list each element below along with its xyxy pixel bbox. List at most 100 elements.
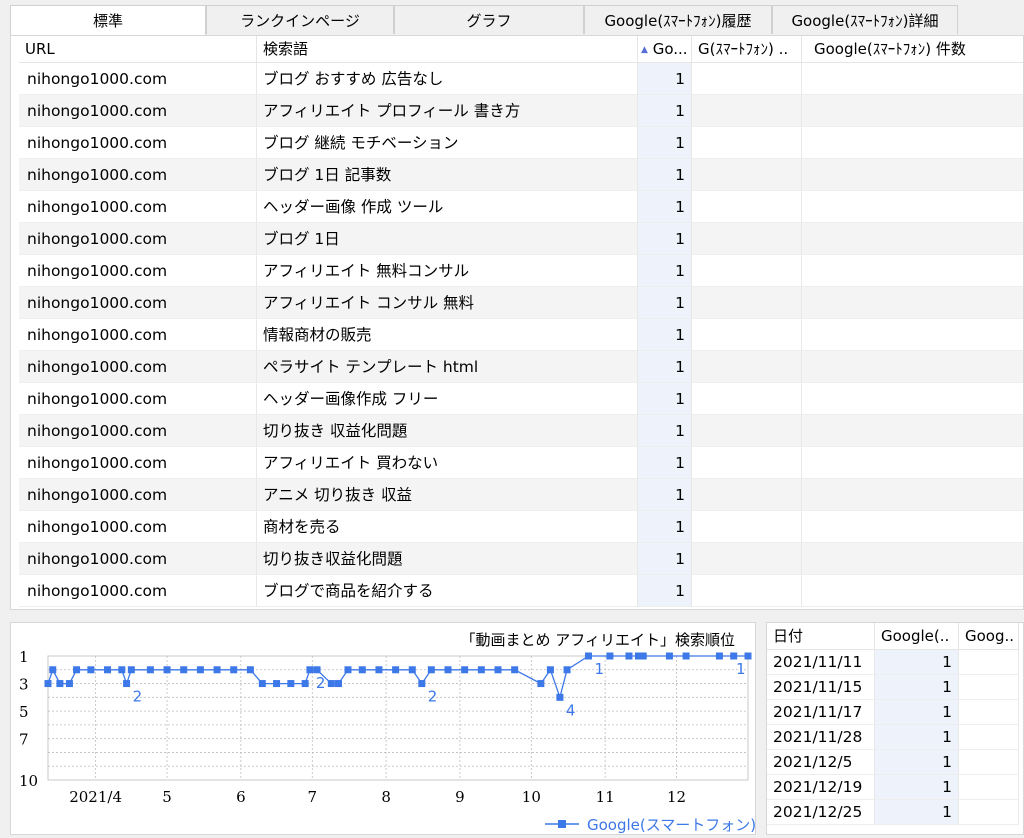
cell-url[interactable]: nihongo1000.com — [19, 415, 257, 447]
cell-history-extra[interactable] — [959, 650, 1019, 675]
cell-history-extra[interactable] — [959, 700, 1019, 725]
column-header-search-term[interactable]: 検索語 — [257, 36, 638, 63]
cell-history-rank[interactable]: 1 — [875, 725, 959, 750]
cell-url[interactable]: nihongo1000.com — [19, 479, 257, 511]
cell-search-term[interactable]: アニメ 切り抜き 収益 — [257, 479, 638, 511]
cell-search-term[interactable]: 商材を売る — [257, 511, 638, 543]
cell-google-smartphone-count[interactable] — [802, 383, 1023, 415]
table-row[interactable]: nihongo1000.com ペラサイト テンプレート html 1 — [19, 351, 1023, 383]
cell-history-rank[interactable]: 1 — [875, 750, 959, 775]
cell-google-smartphone-count[interactable] — [802, 543, 1023, 575]
cell-google-smartphone-count[interactable] — [802, 191, 1023, 223]
table-row[interactable]: nihongo1000.com 切り抜き 収益化問題 1 — [19, 415, 1023, 447]
cell-history-extra[interactable] — [959, 800, 1019, 825]
cell-search-term[interactable]: ブログで商品を紹介する — [257, 575, 638, 607]
cell-g-smartphone[interactable] — [692, 543, 802, 575]
cell-g-smartphone[interactable] — [692, 95, 802, 127]
cell-history-extra[interactable] — [959, 675, 1019, 700]
cell-search-term[interactable]: 切り抜き 収益化問題 — [257, 415, 638, 447]
table-row[interactable]: nihongo1000.com ブログ 1日 1 — [19, 223, 1023, 255]
cell-history-rank[interactable]: 1 — [875, 700, 959, 725]
cell-google-smartphone-count[interactable] — [802, 415, 1023, 447]
cell-google-smartphone-count[interactable] — [802, 223, 1023, 255]
cell-g-smartphone[interactable] — [692, 319, 802, 351]
cell-g-smartphone[interactable] — [692, 511, 802, 543]
cell-search-term[interactable]: ブログ 1日 記事数 — [257, 159, 638, 191]
cell-search-term[interactable]: ブログ 継続 モチベーション — [257, 127, 638, 159]
cell-google-rank[interactable]: 1 — [638, 575, 692, 607]
tab-google-smartphone-history[interactable]: Google(ｽﾏｰﾄﾌｫﾝ)履歴 — [584, 5, 772, 34]
cell-google-smartphone-count[interactable] — [802, 511, 1023, 543]
cell-google-rank[interactable]: 1 — [638, 287, 692, 319]
tab-rank-in-page[interactable]: ランクインページ — [206, 5, 394, 34]
cell-google-rank[interactable]: 1 — [638, 159, 692, 191]
column-header-google-history-2[interactable]: Goog.. — [959, 623, 1019, 650]
cell-google-rank[interactable]: 1 — [638, 255, 692, 287]
column-header-date[interactable]: 日付 — [767, 623, 875, 650]
cell-google-smartphone-count[interactable] — [802, 287, 1023, 319]
cell-google-rank[interactable]: 1 — [638, 95, 692, 127]
column-header-g-smartphone[interactable]: G(ｽﾏｰﾄﾌｫﾝ) .. — [692, 36, 802, 63]
cell-g-smartphone[interactable] — [692, 479, 802, 511]
cell-search-term[interactable]: ペラサイト テンプレート html — [257, 351, 638, 383]
table-row[interactable]: nihongo1000.com ブログで商品を紹介する 1 — [19, 575, 1023, 607]
cell-history-extra[interactable] — [959, 750, 1019, 775]
cell-url[interactable]: nihongo1000.com — [19, 223, 257, 255]
cell-search-term[interactable]: ブログ 1日 — [257, 223, 638, 255]
cell-date[interactable]: 2021/11/15 — [767, 675, 875, 700]
table-row[interactable]: nihongo1000.com アフィリエイト コンサル 無料 1 — [19, 287, 1023, 319]
cell-search-term[interactable]: 情報商材の販売 — [257, 319, 638, 351]
cell-google-smartphone-count[interactable] — [802, 319, 1023, 351]
cell-google-smartphone-count[interactable] — [802, 127, 1023, 159]
cell-g-smartphone[interactable] — [692, 191, 802, 223]
table-row[interactable]: nihongo1000.com アニメ 切り抜き 収益 1 — [19, 479, 1023, 511]
column-header-google-rank[interactable]: ▲ Go... — [638, 36, 692, 63]
cell-url[interactable]: nihongo1000.com — [19, 159, 257, 191]
tab-standard[interactable]: 標準 — [10, 5, 206, 36]
table-row[interactable]: nihongo1000.com 商材を売る 1 — [19, 511, 1023, 543]
cell-url[interactable]: nihongo1000.com — [19, 447, 257, 479]
tab-google-smartphone-detail[interactable]: Google(ｽﾏｰﾄﾌｫﾝ)詳細 — [772, 5, 958, 34]
cell-google-smartphone-count[interactable] — [802, 479, 1023, 511]
cell-search-term[interactable]: アフィリエイト 無料コンサル — [257, 255, 638, 287]
cell-url[interactable]: nihongo1000.com — [19, 543, 257, 575]
cell-google-rank[interactable]: 1 — [638, 543, 692, 575]
cell-google-rank[interactable]: 1 — [638, 383, 692, 415]
cell-search-term[interactable]: アフィリエイト コンサル 無料 — [257, 287, 638, 319]
table-row[interactable]: nihongo1000.com アフィリエイト 無料コンサル 1 — [19, 255, 1023, 287]
cell-date[interactable]: 2021/11/28 — [767, 725, 875, 750]
cell-url[interactable]: nihongo1000.com — [19, 351, 257, 383]
column-header-url[interactable]: URL — [19, 36, 257, 63]
table-row[interactable]: nihongo1000.com ブログ 1日 記事数 1 — [19, 159, 1023, 191]
cell-google-rank[interactable]: 1 — [638, 127, 692, 159]
cell-google-rank[interactable]: 1 — [638, 511, 692, 543]
cell-url[interactable]: nihongo1000.com — [19, 255, 257, 287]
cell-date[interactable]: 2021/11/11 — [767, 650, 875, 675]
cell-g-smartphone[interactable] — [692, 287, 802, 319]
cell-url[interactable]: nihongo1000.com — [19, 63, 257, 95]
cell-date[interactable]: 2021/12/25 — [767, 800, 875, 825]
cell-search-term[interactable]: アフィリエイト プロフィール 書き方 — [257, 95, 638, 127]
cell-google-smartphone-count[interactable] — [802, 63, 1023, 95]
cell-google-rank[interactable]: 1 — [638, 63, 692, 95]
cell-date[interactable]: 2021/11/17 — [767, 700, 875, 725]
cell-search-term[interactable]: ヘッダー画像 作成 ツール — [257, 191, 638, 223]
cell-google-rank[interactable]: 1 — [638, 415, 692, 447]
cell-google-rank[interactable]: 1 — [638, 191, 692, 223]
cell-url[interactable]: nihongo1000.com — [19, 319, 257, 351]
cell-search-term[interactable]: 切り抜き収益化問題 — [257, 543, 638, 575]
cell-url[interactable]: nihongo1000.com — [19, 127, 257, 159]
cell-g-smartphone[interactable] — [692, 127, 802, 159]
cell-google-rank[interactable]: 1 — [638, 319, 692, 351]
cell-history-extra[interactable] — [959, 775, 1019, 800]
cell-url[interactable]: nihongo1000.com — [19, 287, 257, 319]
table-row[interactable]: nihongo1000.com 切り抜き収益化問題 1 — [19, 543, 1023, 575]
column-header-google-history[interactable]: Google(.. — [875, 623, 959, 650]
cell-search-term[interactable]: ヘッダー画像作成 フリー — [257, 383, 638, 415]
cell-google-smartphone-count[interactable] — [802, 351, 1023, 383]
cell-url[interactable]: nihongo1000.com — [19, 191, 257, 223]
cell-search-term[interactable]: アフィリエイト 買わない — [257, 447, 638, 479]
cell-google-smartphone-count[interactable] — [802, 159, 1023, 191]
cell-url[interactable]: nihongo1000.com — [19, 383, 257, 415]
cell-url[interactable]: nihongo1000.com — [19, 95, 257, 127]
